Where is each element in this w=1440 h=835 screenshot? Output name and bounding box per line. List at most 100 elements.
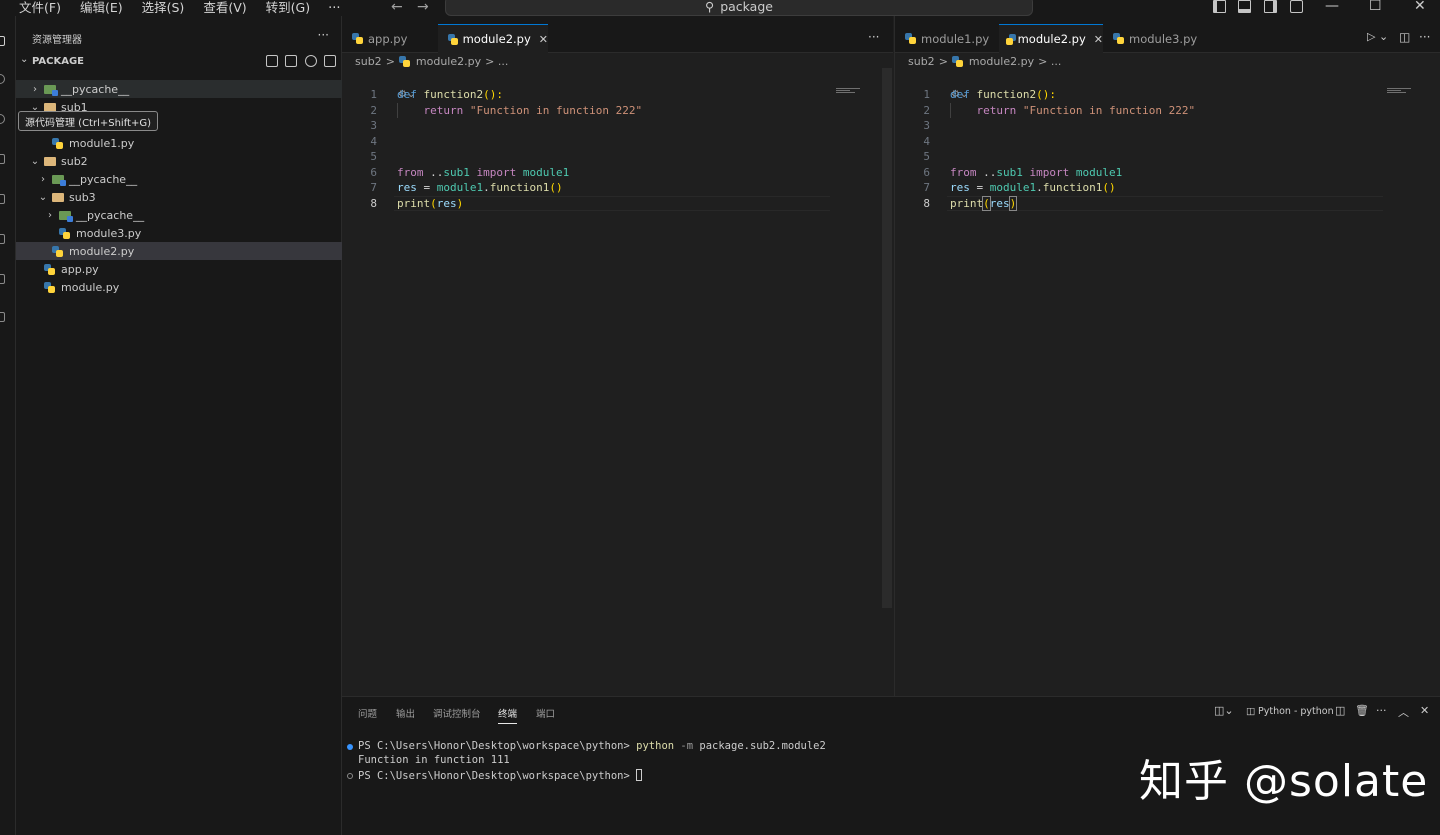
kill-terminal-icon[interactable]: 🗑 [1355, 704, 1369, 717]
breadcrumb-file[interactable]: module2.py [416, 55, 481, 68]
code-line[interactable]: 3 [895, 118, 1440, 134]
new-terminal-split-icon[interactable]: ◫⌄ [1214, 704, 1234, 717]
explorer-icon[interactable] [0, 36, 5, 46]
workspace-section-header[interactable]: ⌄ PACKAGE [16, 52, 342, 70]
tree-item-label: module1.py [69, 136, 135, 150]
tab-module2-py[interactable]: module2.py ✕ [438, 24, 548, 53]
tab-output[interactable]: 输出 [396, 706, 415, 720]
testing-icon[interactable] [0, 234, 5, 244]
code-line[interactable]: 5 [895, 149, 1440, 165]
close-window-icon[interactable]: ✕ [1414, 0, 1426, 14]
breadcrumb-tail[interactable]: > ... [1038, 55, 1061, 68]
menu-edit[interactable]: 编辑(E) [80, 0, 123, 16]
split-terminal-icon[interactable]: ◫ [1335, 704, 1345, 717]
toggle-panel-icon[interactable] [1238, 0, 1251, 13]
command-center-search[interactable]: ⚲ package [445, 0, 1033, 16]
tree-item[interactable]: app.py [16, 260, 342, 278]
code-line[interactable]: 2 return "Function in function 222" [895, 102, 1440, 119]
vertical-scrollbar[interactable] [882, 68, 892, 608]
toggle-secondary-sidebar-icon[interactable] [1264, 0, 1277, 13]
panel-more-button[interactable]: ··· [1376, 704, 1387, 717]
collapse-all-icon[interactable] [324, 55, 336, 67]
new-file-icon[interactable] [266, 55, 278, 67]
refresh-icon[interactable] [305, 55, 317, 67]
code-line[interactable]: 3 [342, 118, 893, 134]
remote-explorer-icon[interactable] [0, 274, 5, 284]
menu-more-button[interactable]: ··· [328, 1, 340, 16]
menu-go[interactable]: 转到(G) [266, 0, 310, 16]
tab-problems[interactable]: 问题 [358, 706, 377, 720]
back-arrow-icon[interactable]: ← [391, 0, 403, 15]
keyword-token: return [976, 103, 1017, 117]
tab-label: module2.py [462, 32, 531, 46]
code-line[interactable]: 1 def function2(): [342, 87, 893, 103]
accounts-icon[interactable] [0, 312, 5, 322]
code-line[interactable]: 5 [342, 149, 893, 165]
tab-module2-py[interactable]: module2.py ✕ [999, 24, 1103, 53]
code-line[interactable]: 7 res = module1.function1() [895, 180, 1440, 196]
search-icon: ⚲ [705, 0, 715, 14]
line-content: return "Function in function 222" [950, 103, 1196, 119]
code-line[interactable]: 1 def function2(): [895, 87, 1440, 103]
breadcrumb-folder[interactable]: sub2 [355, 55, 382, 68]
tree-item[interactable]: module2.py [16, 242, 342, 260]
editor-more-button[interactable]: ··· [868, 30, 879, 44]
code-line[interactable]: 7 res = module1.function1() [342, 180, 893, 196]
tab-terminal[interactable]: 终端 [498, 706, 518, 724]
tree-item[interactable]: ⌄ sub3 [16, 188, 342, 206]
tab-module3-py[interactable]: module3.py [1103, 24, 1207, 53]
python-file-icon [448, 33, 458, 45]
forward-arrow-icon[interactable]: → [417, 0, 429, 15]
menu-selection[interactable]: 选择(S) [142, 0, 185, 16]
python-file-icon [52, 137, 63, 149]
sidebar-more-button[interactable]: ··· [318, 28, 329, 42]
close-tab-icon[interactable]: ✕ [1094, 33, 1103, 46]
explorer-sidebar: 资源管理器 ··· ⌄ PACKAGE › __pycache__ ⌄ sub1 mod… [16, 16, 342, 835]
source-control-icon[interactable] [0, 114, 5, 124]
maximize-icon[interactable]: ☐ [1369, 0, 1382, 14]
chevron-down-icon: ⌄ [20, 54, 29, 65]
menu-file[interactable]: 文件(F) [19, 0, 61, 16]
tab-ports[interactable]: 端口 [536, 706, 555, 720]
code-line[interactable]: 6 from ..sub1 import module1 [895, 165, 1440, 181]
tree-item[interactable]: module3.py [16, 224, 342, 242]
tree-item[interactable]: module.py [16, 278, 342, 296]
close-panel-icon[interactable]: ✕ [1420, 704, 1429, 717]
tree-item[interactable]: module1.py [16, 134, 342, 152]
tree-item[interactable]: › __pycache__ [16, 206, 342, 224]
breadcrumb-tail[interactable]: > ... [485, 55, 508, 68]
line-content: def function2(): [397, 87, 503, 103]
code-line[interactable]: 6 from ..sub1 import module1 [342, 165, 893, 181]
code-line[interactable]: 4 [895, 134, 1440, 150]
tab-debug-console[interactable]: 调试控制台 [433, 706, 481, 720]
python-file-icon [352, 33, 363, 44]
tab-app-py[interactable]: app.py [342, 24, 438, 53]
code-line[interactable]: 2 return "Function in function 222" [342, 102, 893, 119]
extensions-icon[interactable] [0, 194, 5, 204]
terminal-prompt[interactable]: PS C:\Users\Honor\Desktop\workspace\pyth… [358, 769, 643, 782]
code-line[interactable]: 8 print(res) [342, 196, 893, 212]
customize-layout-icon[interactable] [1290, 0, 1303, 13]
breadcrumb-file[interactable]: module2.py [969, 55, 1034, 68]
module-token: sub1 [996, 165, 1023, 179]
editor-more-button[interactable]: ··· [1419, 30, 1430, 44]
close-tab-icon[interactable]: ✕ [539, 33, 548, 46]
menu-view[interactable]: 查看(V) [203, 0, 246, 16]
chevron-right-icon: › [41, 173, 45, 185]
terminal-instance[interactable]: ◫ Python - python [1246, 706, 1334, 717]
run-debug-icon[interactable] [0, 154, 5, 164]
tree-item[interactable]: › __pycache__ [16, 170, 342, 188]
search-view-icon[interactable] [0, 74, 5, 84]
tab-module1-py[interactable]: module1.py [895, 24, 999, 53]
tree-item[interactable]: ⌄ sub2 [16, 152, 342, 170]
run-python-file-icon[interactable]: ▷ ⌄ [1367, 30, 1388, 43]
split-editor-icon[interactable]: ◫ [1399, 30, 1410, 44]
new-folder-icon[interactable] [285, 55, 297, 67]
code-line[interactable]: 8 print(res) [895, 195, 1440, 212]
toggle-primary-sidebar-icon[interactable] [1213, 0, 1226, 13]
tree-item[interactable]: › __pycache__ [16, 80, 342, 98]
breadcrumb-folder[interactable]: sub2 [908, 55, 935, 68]
maximize-panel-icon[interactable]: ︿ [1398, 704, 1409, 720]
minimize-icon[interactable]: — [1325, 0, 1339, 14]
code-line[interactable]: 4 [342, 134, 893, 150]
